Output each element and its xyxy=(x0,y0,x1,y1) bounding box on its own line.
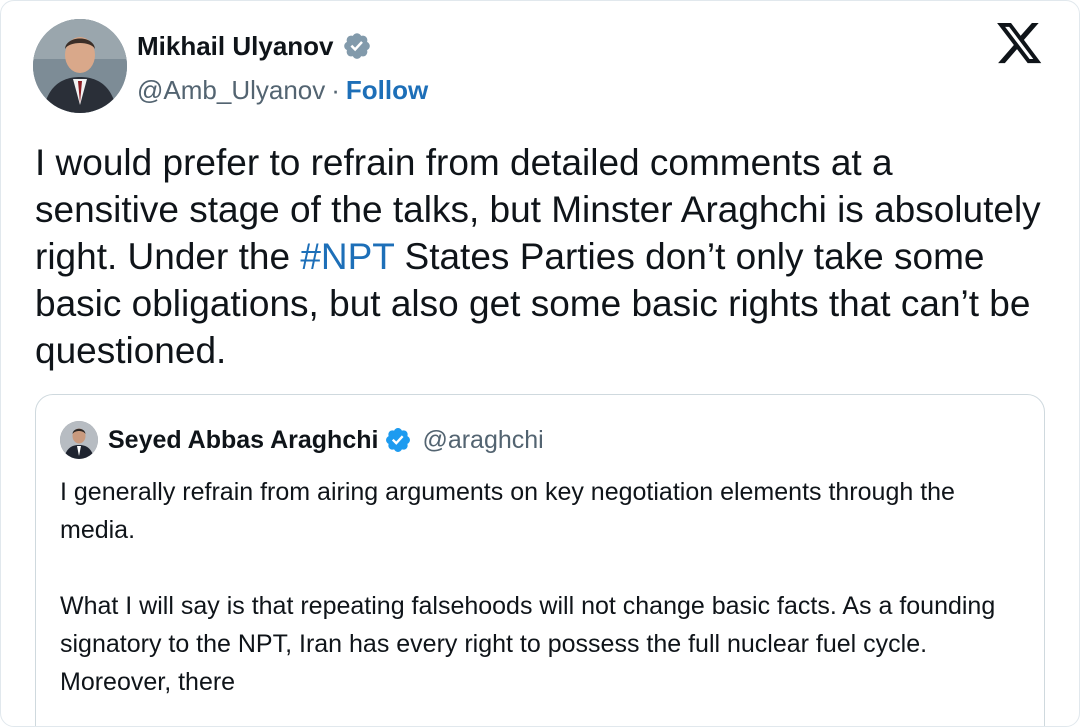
quoted-header: Seyed Abbas Araghchi @araghchi xyxy=(108,423,544,457)
verified-badge-icon xyxy=(342,31,372,61)
quoted-paragraph-1: I generally refrain from airing argument… xyxy=(60,478,955,544)
separator-dot: · xyxy=(331,74,340,105)
author-name[interactable]: Mikhail Ulyanov xyxy=(137,31,334,62)
quoted-paragraph-2: What I will say is that repeating falseh… xyxy=(60,592,996,696)
quoted-author-avatar[interactable] xyxy=(60,421,98,459)
quoted-text: I generally refrain from airing argument… xyxy=(60,473,1020,701)
hashtag-link[interactable]: #NPT xyxy=(300,236,394,277)
tweet-card: Mikhail Ulyanov @Amb_Ulyanov · Follow I … xyxy=(0,0,1080,727)
author-avatar[interactable] xyxy=(33,19,127,113)
x-logo-icon[interactable] xyxy=(997,23,1043,65)
quoted-tweet[interactable]: Seyed Abbas Araghchi @araghchi I general… xyxy=(35,394,1045,726)
author-handle[interactable]: @Amb_Ulyanov xyxy=(137,75,325,106)
quoted-author-name[interactable]: Seyed Abbas Araghchi xyxy=(108,426,378,455)
quoted-author-handle[interactable]: @araghchi xyxy=(422,426,543,455)
follow-button[interactable]: Follow xyxy=(346,75,428,106)
author-name-row: Mikhail Ulyanov xyxy=(137,29,372,63)
tweet-text: I would prefer to refrain from detailed … xyxy=(35,139,1045,374)
verified-badge-icon xyxy=(384,426,412,454)
handle-row: @Amb_Ulyanov · Follow xyxy=(137,73,428,107)
